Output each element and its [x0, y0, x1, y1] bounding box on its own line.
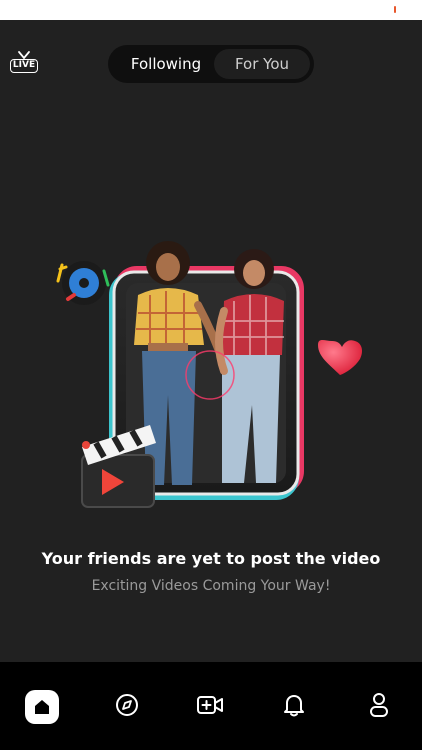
- profile-icon: [370, 693, 388, 717]
- status-indicator: [394, 6, 396, 13]
- live-label: LIVE: [10, 59, 38, 73]
- status-bar: [0, 0, 422, 20]
- empty-state-subtitle: Exciting Videos Coming Your Way!: [91, 578, 331, 594]
- clapperboard-icon: [81, 425, 156, 508]
- nav-notifications[interactable]: [277, 688, 311, 722]
- video-add-icon: [197, 696, 223, 714]
- live-button[interactable]: LIVE: [10, 50, 38, 78]
- music-record-icon: [56, 261, 110, 305]
- empty-state-title: Your friends are yet to post the video: [41, 549, 381, 568]
- feed-tabs: Following For You: [108, 45, 314, 83]
- bottom-navigation: [0, 662, 422, 750]
- nav-home[interactable]: [25, 690, 59, 724]
- nav-discover[interactable]: [110, 688, 144, 722]
- tab-following[interactable]: Following: [114, 49, 218, 79]
- home-icon: [35, 700, 49, 714]
- bell-icon: [284, 695, 304, 717]
- nav-profile[interactable]: [362, 688, 396, 722]
- heart-icon: [318, 340, 363, 375]
- compass-icon: [116, 694, 138, 716]
- nav-create[interactable]: [193, 688, 227, 722]
- empty-state-illustration: [56, 241, 363, 508]
- tab-for-you[interactable]: For You: [214, 49, 310, 79]
